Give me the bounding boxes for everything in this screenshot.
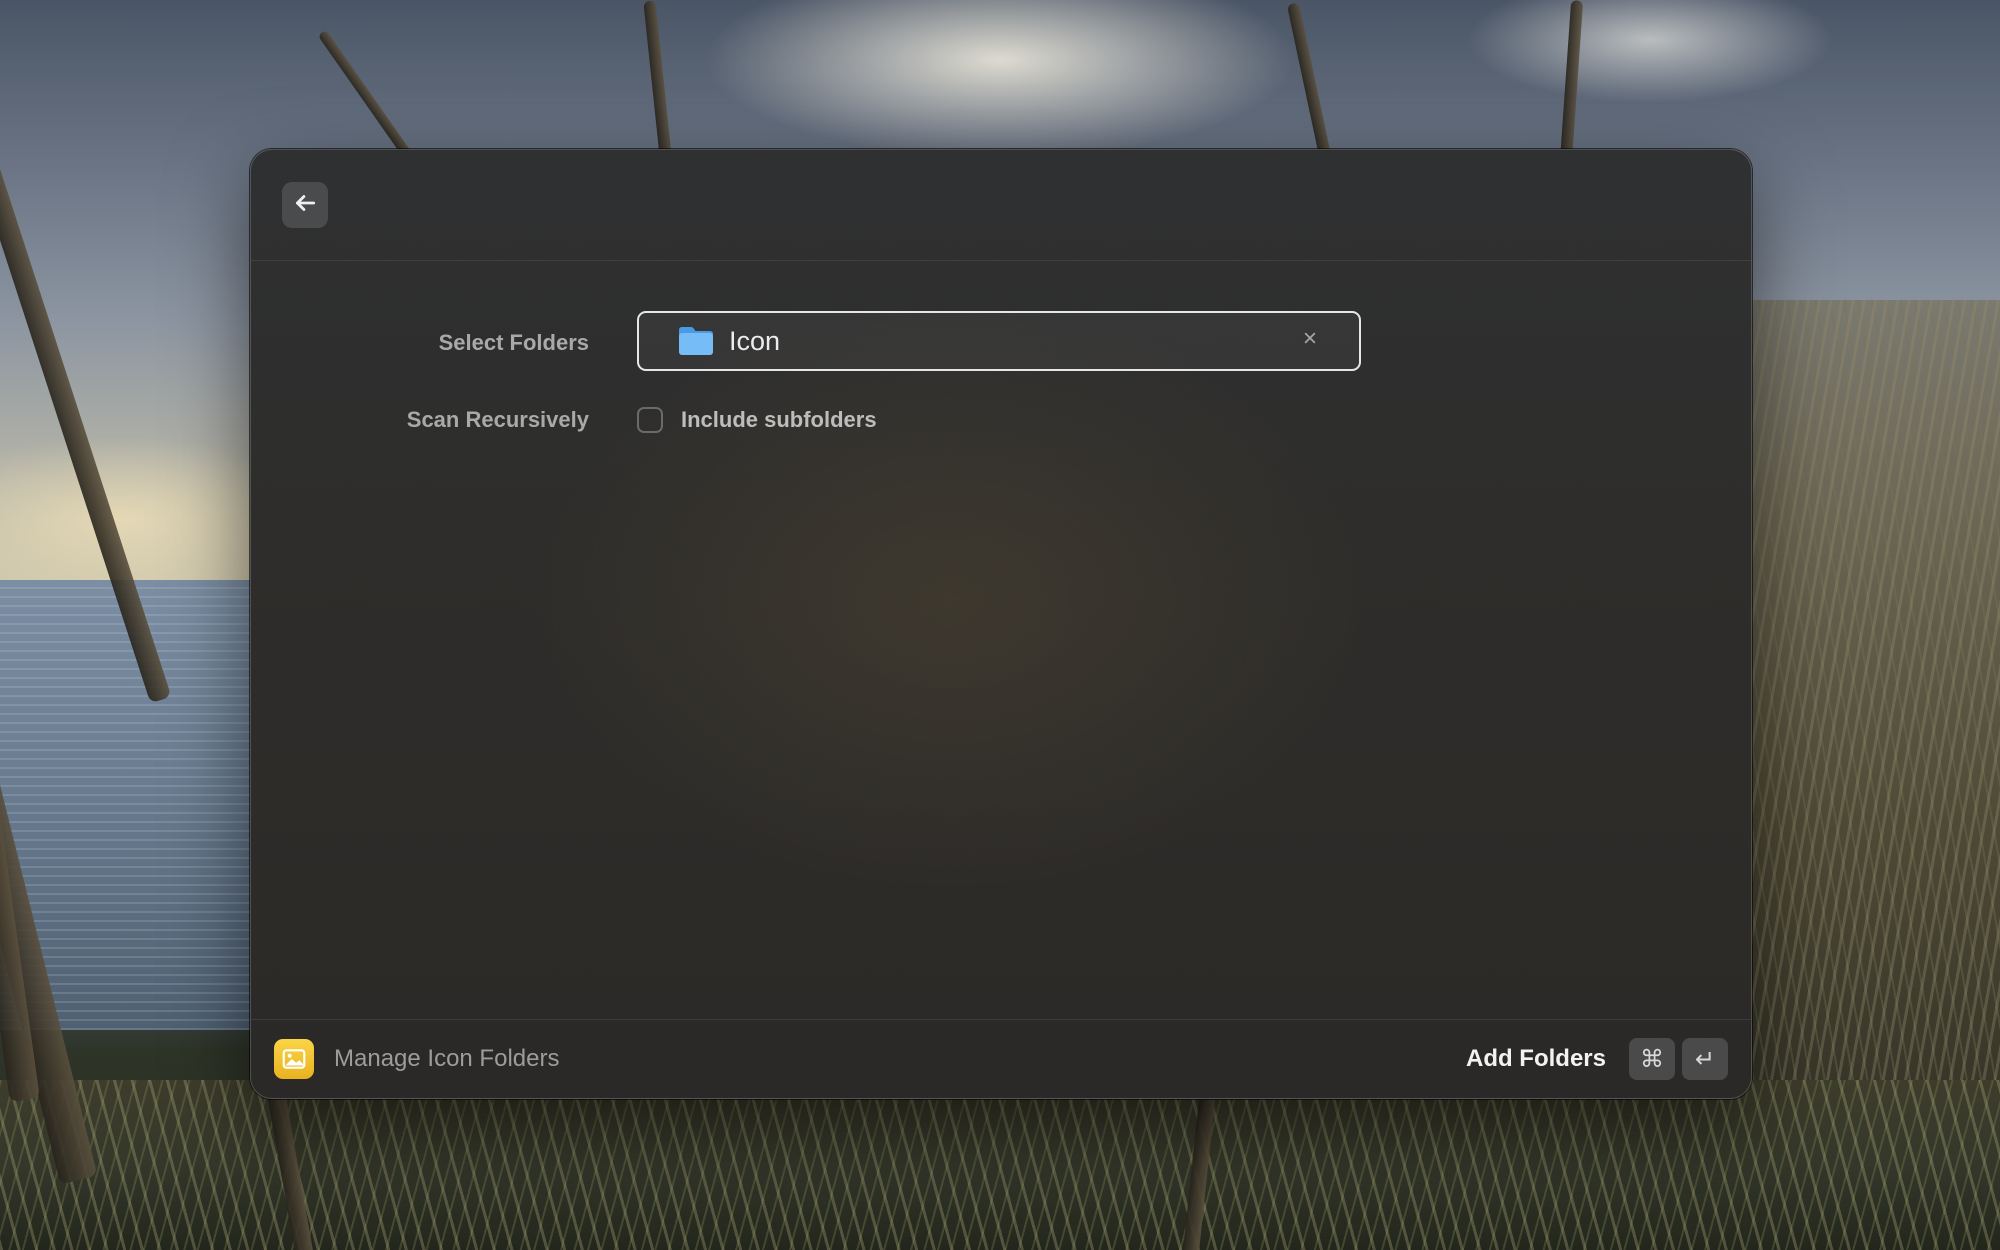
window-header [251, 150, 1751, 261]
wallpaper-grass-blade [1286, 2, 1332, 162]
back-button[interactable] [282, 182, 328, 228]
arrow-left-icon [292, 190, 318, 221]
select-folders-label: Select Folders [438, 330, 589, 355]
close-icon [1303, 331, 1317, 350]
footer-title: Manage Icon Folders [334, 1045, 560, 1072]
manage-icon-folders-window: Select Folders Icon Scan Recursively Inc… [250, 149, 1752, 1099]
wallpaper-grass-blade [1560, 0, 1584, 161]
wallpaper-grass-blade [643, 0, 672, 161]
add-folders-button[interactable]: Add Folders [1466, 1045, 1606, 1073]
selected-folder-name: Icon [729, 326, 781, 356]
action-bar: Manage Icon Folders Add Folders ⌘ ↵ [251, 1019, 1751, 1098]
scan-recursively-label: Scan Recursively [406, 407, 589, 432]
return-key-badge: ↵ [1682, 1038, 1728, 1080]
folder-picker-field[interactable]: Icon [637, 311, 1361, 371]
include-subfolders-label[interactable]: Include subfolders [681, 407, 877, 433]
command-key-badge: ⌘ [1629, 1038, 1675, 1080]
clear-folder-button[interactable] [1297, 327, 1323, 353]
image-icon [274, 1039, 314, 1079]
folder-icon [677, 325, 715, 357]
include-subfolders-checkbox[interactable] [637, 407, 663, 433]
